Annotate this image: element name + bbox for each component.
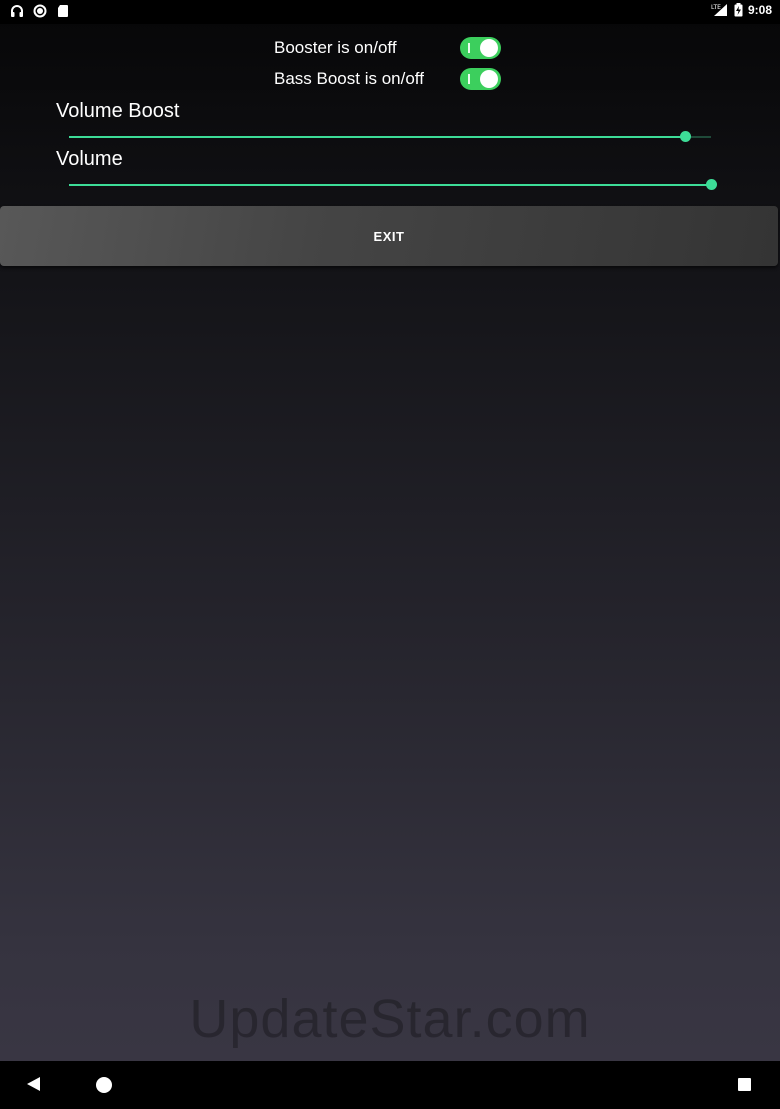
back-icon[interactable] [27,1077,40,1091]
circle-record-icon [33,4,47,18]
volume-label: Volume [56,148,123,170]
watermark: UpdateStar.com [189,989,591,1049]
volume-boost-slider-thumb[interactable] [680,131,692,142]
recents-icon[interactable] [738,1078,751,1091]
volume-boost-slider-fill [69,136,686,138]
booster-toggle-row[interactable]: Booster is on/off [274,36,504,62]
switch-knob [480,39,498,57]
switch-on-mark [468,74,470,84]
status-time: 9:08 [747,3,772,17]
bass-boost-toggle-row[interactable]: Bass Boost is on/off [274,67,504,93]
volume-slider[interactable] [69,179,717,190]
status-bar: LTE 9:08 [0,0,780,24]
bass-boost-toggle-label: Bass Boost is on/off [274,69,424,88]
volume-slider-thumb[interactable] [706,179,717,190]
volume-boost-slider[interactable] [69,131,711,142]
signal-icon: LTE [711,3,729,17]
booster-toggle-label: Booster is on/off [274,38,397,57]
network-type-label: LTE [711,4,721,11]
volume-slider-fill [69,184,711,186]
app-screen: LTE 9:08 Booster is on/off Bass Boost is… [0,0,780,1109]
switch-on-mark [468,43,470,53]
switch-knob [480,70,498,88]
headset-icon [10,4,24,18]
volume-boost-label: Volume Boost [56,100,180,122]
bass-boost-switch[interactable] [460,68,501,90]
sd-card-icon [56,4,70,18]
home-icon[interactable] [96,1077,112,1093]
exit-button[interactable]: EXIT [0,206,778,266]
navigation-bar [0,1061,780,1109]
booster-switch[interactable] [460,37,501,59]
battery-charging-icon [734,3,743,17]
